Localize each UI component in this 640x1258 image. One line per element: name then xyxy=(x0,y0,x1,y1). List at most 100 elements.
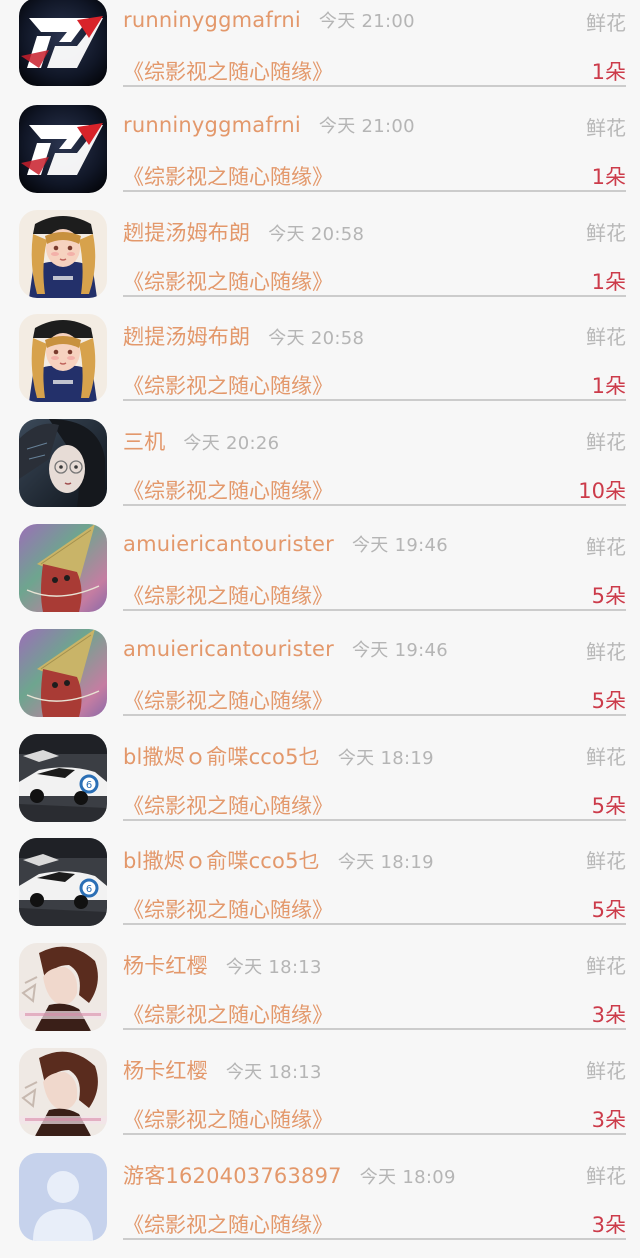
book-title[interactable]: 《综影视之随心随缘》 xyxy=(123,580,333,610)
sender-name-line: runninyggmafrni 今天 21:00 xyxy=(123,7,415,33)
gift-time: 今天 18:13 xyxy=(225,957,322,978)
gift-list-item[interactable]: 三机 今天 20:26 鲜花《综影视之随心随缘》 10朵 xyxy=(0,419,640,524)
book-title[interactable]: 《综影视之随心随缘》 xyxy=(123,894,333,924)
sender-name-line: bl撒烬ｏ俞喋cco5乜 今天 18:19 xyxy=(123,845,434,875)
user-avatar[interactable] xyxy=(19,1153,107,1241)
book-title[interactable]: 《综影视之随心随缘》 xyxy=(123,161,333,191)
row-divider xyxy=(123,504,626,506)
gift-type: 鲜花 xyxy=(586,325,626,349)
sender-name[interactable]: amuiericantourister xyxy=(123,637,334,661)
row-divider xyxy=(123,85,626,87)
gift-list-item[interactable]: 游客1620403763897 今天 18:09 鲜花《综影视之随心随缘》 3朵 xyxy=(0,1153,640,1258)
gift-list-item[interactable]: amuiericantourister 今天 19:46 鲜花《综影视之随心随缘》 5… xyxy=(0,629,640,734)
sender-name-line: bl撒烬ｏ俞喋cco5乜 今天 18:19 xyxy=(123,741,434,771)
gift-time: 今天 20:26 xyxy=(183,433,280,454)
sender-name-line: 趔提汤姆布朗 今天 20:58 xyxy=(123,217,364,247)
book-title[interactable]: 《综影视之随心随缘》 xyxy=(123,999,333,1029)
gift-time: 今天 18:19 xyxy=(337,852,434,873)
gift-list-item[interactable]: 6 bl撒烬ｏ俞喋cco5乜 今天 18:19 鲜花 《综影视之随心随缘》 5朵 xyxy=(0,734,640,839)
row-divider xyxy=(123,609,626,611)
gift-list-item[interactable]: 趔提汤姆布朗 今天 20:58 鲜花《综影视之随心随缘》 1朵 xyxy=(0,210,640,315)
gift-time: 今天 18:13 xyxy=(225,1062,322,1083)
sender-name-line: amuiericantourister 今天 19:46 xyxy=(123,531,448,557)
gift-time: 今天 19:46 xyxy=(351,640,448,661)
sender-name[interactable]: runninyggmafrni xyxy=(123,113,301,137)
gift-type: 鲜花 xyxy=(586,745,626,769)
gift-list-item[interactable]: runninyggmafrni 今天 21:00 鲜花 《综影视之随心随缘》 1朵 xyxy=(0,0,640,105)
user-avatar[interactable] xyxy=(19,0,107,86)
gift-time: 今天 20:58 xyxy=(268,328,365,349)
sender-name[interactable]: amuiericantourister xyxy=(123,532,334,556)
gift-type: 鲜花 xyxy=(586,640,626,664)
row-divider xyxy=(123,923,626,925)
gift-time: 今天 18:19 xyxy=(337,748,434,769)
row-divider xyxy=(123,1238,626,1240)
sender-name[interactable]: 杨卡红樱 xyxy=(123,954,208,978)
gift-count: 1朵 xyxy=(591,374,626,398)
gift-list-item[interactable]: 6 bl撒烬ｏ俞喋cco5乜 今天 18:19 鲜花《综影视之随心随缘》 5朵 xyxy=(0,838,640,943)
gift-list-item[interactable]: 趔提汤姆布朗 今天 20:58 鲜花《综影视之随心随缘》 1朵 xyxy=(0,314,640,419)
sender-name-line: 趔提汤姆布朗 今天 20:58 xyxy=(123,321,364,351)
book-title[interactable]: 《综影视之随心随缘》 xyxy=(123,56,333,86)
sender-name[interactable]: bl撒烬ｏ俞喋cco5乜 xyxy=(123,849,320,873)
sender-name[interactable]: 杨卡红樱 xyxy=(123,1059,208,1083)
gift-time: 今天 20:58 xyxy=(268,224,365,245)
gift-count: 1朵 xyxy=(591,270,626,294)
book-title[interactable]: 《综影视之随心随缘》 xyxy=(123,1209,333,1239)
sender-name[interactable]: runninyggmafrni xyxy=(123,8,301,32)
sender-name[interactable]: 三机 xyxy=(123,430,165,454)
gift-type: 鲜花 xyxy=(586,1164,626,1188)
user-avatar[interactable]: 6 xyxy=(19,838,107,926)
user-avatar[interactable] xyxy=(19,943,107,1031)
gift-type: 鲜花 xyxy=(586,221,626,245)
row-divider xyxy=(123,1028,626,1030)
sender-name-line: 杨卡红樱 今天 18:13 xyxy=(123,1055,322,1085)
user-avatar[interactable] xyxy=(19,210,107,298)
gift-type: 鲜花 xyxy=(586,1059,626,1083)
user-avatar[interactable] xyxy=(19,105,107,193)
gift-type: 鲜花 xyxy=(586,116,626,140)
svg-text:6: 6 xyxy=(86,780,92,791)
gift-count: 1朵 xyxy=(591,60,626,84)
gift-count: 10朵 xyxy=(578,479,626,503)
user-avatar[interactable] xyxy=(19,419,107,507)
gift-list-item[interactable]: amuiericantourister 今天 19:46 鲜花 《综影视之随心随缘》 5… xyxy=(0,524,640,629)
gift-list-item[interactable]: 杨卡红樱 今天 18:13 鲜花《综影视之随心随缘》 3朵 xyxy=(0,943,640,1048)
sender-name[interactable]: 游客1620403763897 xyxy=(123,1164,342,1188)
sender-name[interactable]: bl撒烬ｏ俞喋cco5乜 xyxy=(123,745,320,769)
user-avatar[interactable] xyxy=(19,314,107,402)
row-divider xyxy=(123,295,626,297)
user-avatar[interactable]: 6 xyxy=(19,734,107,822)
sender-name[interactable]: 趔提汤姆布朗 xyxy=(123,325,250,349)
gift-count: 3朵 xyxy=(591,1003,626,1027)
book-title[interactable]: 《综影视之随心随缘》 xyxy=(123,1104,333,1134)
book-title[interactable]: 《综影视之随心随缘》 xyxy=(123,475,333,505)
book-title[interactable]: 《综影视之随心随缘》 xyxy=(123,790,333,820)
gift-count: 3朵 xyxy=(591,1213,626,1237)
sender-name-line: runninyggmafrni 今天 21:00 xyxy=(123,112,415,138)
gift-count: 1朵 xyxy=(591,165,626,189)
gift-list-item[interactable]: runninyggmafrni 今天 21:00 鲜花《综影视之随心随缘》 1朵 xyxy=(0,105,640,210)
gift-count: 5朵 xyxy=(591,898,626,922)
gift-type: 鲜花 xyxy=(586,430,626,454)
gift-type: 鲜花 xyxy=(586,954,626,978)
gift-list-item[interactable]: 杨卡红樱 今天 18:13 鲜花《综影视之随心随缘》 3朵 xyxy=(0,1048,640,1153)
gift-time: 今天 21:00 xyxy=(318,11,415,32)
gift-time: 今天 21:00 xyxy=(318,116,415,137)
user-avatar[interactable] xyxy=(19,629,107,717)
gift-type: 鲜花 xyxy=(586,535,626,559)
user-avatar[interactable] xyxy=(19,1048,107,1136)
gift-count: 3朵 xyxy=(591,1108,626,1132)
sender-name-line: 杨卡红樱 今天 18:13 xyxy=(123,950,322,980)
user-avatar[interactable] xyxy=(19,524,107,612)
book-title[interactable]: 《综影视之随心随缘》 xyxy=(123,685,333,715)
row-divider xyxy=(123,1133,626,1135)
sender-name[interactable]: 趔提汤姆布朗 xyxy=(123,221,250,245)
gift-time: 今天 18:09 xyxy=(359,1167,456,1188)
book-title[interactable]: 《综影视之随心随缘》 xyxy=(123,370,333,400)
row-divider xyxy=(123,399,626,401)
svg-text:6: 6 xyxy=(86,884,92,895)
gift-count: 5朵 xyxy=(591,689,626,713)
book-title[interactable]: 《综影视之随心随缘》 xyxy=(123,266,333,296)
gift-type: 鲜花 xyxy=(586,849,626,873)
